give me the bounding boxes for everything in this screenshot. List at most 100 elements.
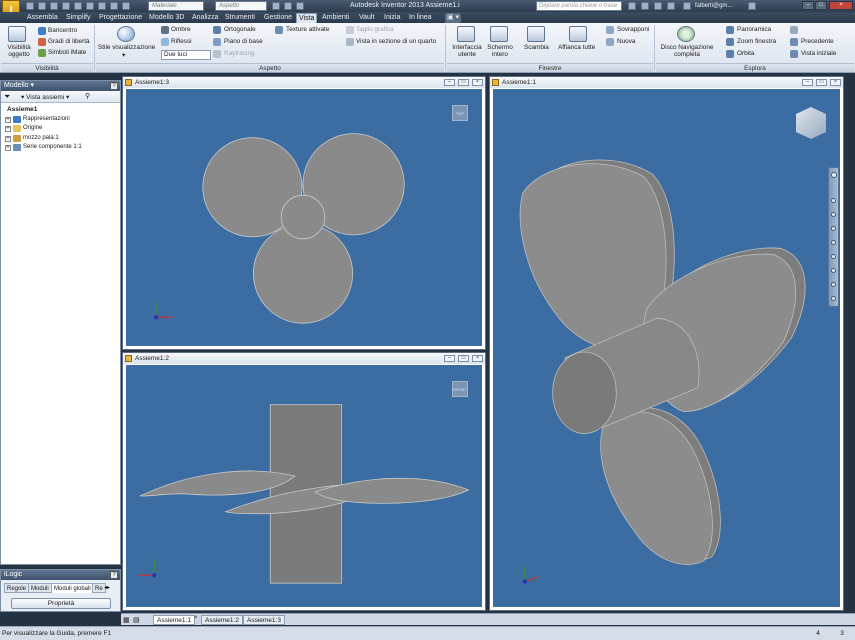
- full-screen-button[interactable]: Schermo intero: [485, 44, 515, 58]
- shadows-button[interactable]: Ombre: [171, 26, 191, 34]
- previous-view-button[interactable]: Precedente: [801, 38, 834, 46]
- viewport-minimize-button[interactable]: –: [444, 79, 455, 86]
- search-icon[interactable]: [628, 2, 636, 10]
- properties-button[interactable]: Proprietà: [11, 598, 111, 609]
- update-icon[interactable]: [110, 2, 118, 10]
- tile-all-button[interactable]: Affianca tutte: [558, 44, 595, 52]
- minimize-button[interactable]: –: [802, 1, 814, 10]
- object-visibility-button[interactable]: Visibilità oggetto: [5, 44, 33, 58]
- tree-item-hub[interactable]: + mozzo pala:1: [3, 134, 120, 144]
- redo-icon[interactable]: [74, 2, 82, 10]
- doc-tab-assieme1-2[interactable]: Assieme1:2: [201, 615, 243, 625]
- save-icon[interactable]: [50, 2, 58, 10]
- viewport-top[interactable]: Assieme1:3 – ▭ × TOP: [122, 76, 486, 350]
- tab-strumenti[interactable]: Strumenti: [223, 13, 257, 23]
- new-icon[interactable]: [26, 2, 34, 10]
- viewport-minimize-button[interactable]: –: [444, 355, 455, 362]
- expand-icon[interactable]: +: [5, 126, 11, 132]
- viewport-close-button[interactable]: ×: [830, 79, 841, 86]
- user-interface-icon[interactable]: [457, 26, 475, 42]
- tab-assembla[interactable]: Assembla: [25, 13, 60, 23]
- steering-wheel-icon[interactable]: [831, 172, 837, 178]
- communication-icon[interactable]: [654, 2, 662, 10]
- steering-wheel-icon[interactable]: [677, 26, 695, 42]
- viewport-close-button[interactable]: ×: [472, 79, 483, 86]
- find-icon[interactable]: ⚲: [85, 92, 90, 100]
- user-interface-button[interactable]: Interfaccia utente: [450, 44, 484, 58]
- reflections-button[interactable]: Riflessi: [171, 38, 192, 46]
- orthographic-button[interactable]: Ortogonale: [224, 26, 256, 34]
- expand-icon[interactable]: +: [5, 116, 11, 123]
- viewcube-icon[interactable]: FRONT: [452, 381, 468, 397]
- full-screen-icon[interactable]: [490, 26, 508, 42]
- tab-in-linea[interactable]: In linea: [407, 13, 434, 23]
- look-at-icon[interactable]: [831, 240, 836, 245]
- section-cut-button[interactable]: Taglio grafica: [356, 26, 394, 34]
- tab-modello-3d[interactable]: Modello 3D: [147, 13, 186, 23]
- tab-scroll-icon[interactable]: ◂▸: [104, 584, 110, 591]
- search-input[interactable]: Digitare parola chiave o frase: [536, 1, 622, 11]
- tile-tabs-icon[interactable]: ▦: [123, 616, 130, 624]
- viewport-iso[interactable]: Assieme1:1 – ▭ ×: [489, 76, 844, 611]
- tab-vault[interactable]: Vault: [357, 13, 376, 23]
- doc-tab-assieme1-3[interactable]: Assieme1:3: [243, 615, 285, 625]
- help-icon[interactable]: ?: [110, 82, 118, 90]
- help-icon[interactable]: [748, 2, 756, 10]
- textures-button[interactable]: Texture attivate: [286, 26, 329, 34]
- measure-icon[interactable]: [122, 2, 130, 10]
- user-icon[interactable]: [683, 2, 691, 10]
- tile-all-icon[interactable]: [569, 26, 587, 42]
- help-icon[interactable]: ?: [110, 571, 118, 579]
- viewport-restore-button[interactable]: ▭: [816, 79, 827, 86]
- visual-style-button[interactable]: Stile visualizzazione: [98, 44, 155, 52]
- viewport-close-button[interactable]: ×: [472, 355, 483, 362]
- zoom-icon[interactable]: [831, 212, 836, 217]
- viewport-front[interactable]: Assieme1:2 – ▭ × FRONT: [122, 352, 486, 611]
- tab-ambienti[interactable]: Ambienti: [320, 13, 351, 23]
- viewport-minimize-button[interactable]: –: [802, 79, 813, 86]
- subscription-icon[interactable]: [641, 2, 649, 10]
- appearance-combo[interactable]: Aspetto: [215, 1, 267, 11]
- viewport-restore-button[interactable]: ▭: [458, 355, 469, 362]
- tree-item-root[interactable]: Assieme1: [3, 105, 120, 115]
- tab-gestione[interactable]: Gestione: [262, 13, 294, 23]
- open-icon[interactable]: [38, 2, 46, 10]
- raytracing-button[interactable]: Raytracing: [224, 50, 255, 58]
- view-selector[interactable]: ▾ Vista assiemi ▾: [21, 93, 69, 101]
- parameters-icon[interactable]: [284, 2, 292, 10]
- viewport-restore-button[interactable]: ▭: [458, 79, 469, 86]
- expand-icon[interactable]: +: [5, 135, 11, 142]
- viewport-canvas[interactable]: FRONT: [126, 365, 482, 607]
- undo-icon[interactable]: [62, 2, 70, 10]
- degrees-of-freedom-button[interactable]: Gradi di libertà: [48, 38, 90, 46]
- visual-style-icon[interactable]: [117, 26, 135, 42]
- viewcube-icon[interactable]: TOP: [452, 105, 468, 121]
- maximize-button[interactable]: □: [815, 1, 827, 10]
- imate-symbols-button[interactable]: Simboli iMate: [48, 49, 86, 57]
- material-combo[interactable]: Materiale: [148, 1, 204, 11]
- center-of-gravity-button[interactable]: Baricentro: [48, 27, 77, 35]
- object-visibility-icon[interactable]: [8, 26, 26, 42]
- pan-icon[interactable]: [831, 198, 836, 203]
- tab-analizza[interactable]: Analizza: [190, 13, 220, 23]
- tab-vista[interactable]: Vista: [296, 13, 318, 23]
- steering-wheel-button[interactable]: Disco Navigazione completa: [658, 44, 716, 58]
- select-icon[interactable]: [98, 2, 106, 10]
- close-button[interactable]: ×: [829, 1, 853, 10]
- home-icon[interactable]: [86, 2, 94, 10]
- tab-forms[interactable]: Moduli: [28, 583, 52, 593]
- color-clear-icon[interactable]: [272, 2, 280, 10]
- tree-item-representations[interactable]: + Rappresentazioni: [3, 115, 120, 125]
- lighting-select[interactable]: Due luci: [161, 50, 211, 60]
- ribbon-options-icon[interactable]: ▣ ▾: [445, 13, 462, 23]
- tree-item-origin[interactable]: + Origine: [3, 124, 120, 134]
- ground-plane-button[interactable]: Piano di base: [224, 38, 263, 46]
- model-browser-title[interactable]: Modello ▾ ?: [1, 81, 120, 91]
- pan-button[interactable]: Panoramica: [737, 26, 771, 34]
- visual-style-dropdown-icon[interactable]: ▾: [122, 52, 125, 60]
- zoom-window-button[interactable]: Zoom finestra: [737, 38, 776, 46]
- tab-progettazione[interactable]: Progettazione: [97, 13, 144, 23]
- expand-icon[interactable]: +: [5, 145, 11, 151]
- favorites-icon[interactable]: [667, 2, 675, 10]
- zoom-window-icon[interactable]: [831, 268, 836, 273]
